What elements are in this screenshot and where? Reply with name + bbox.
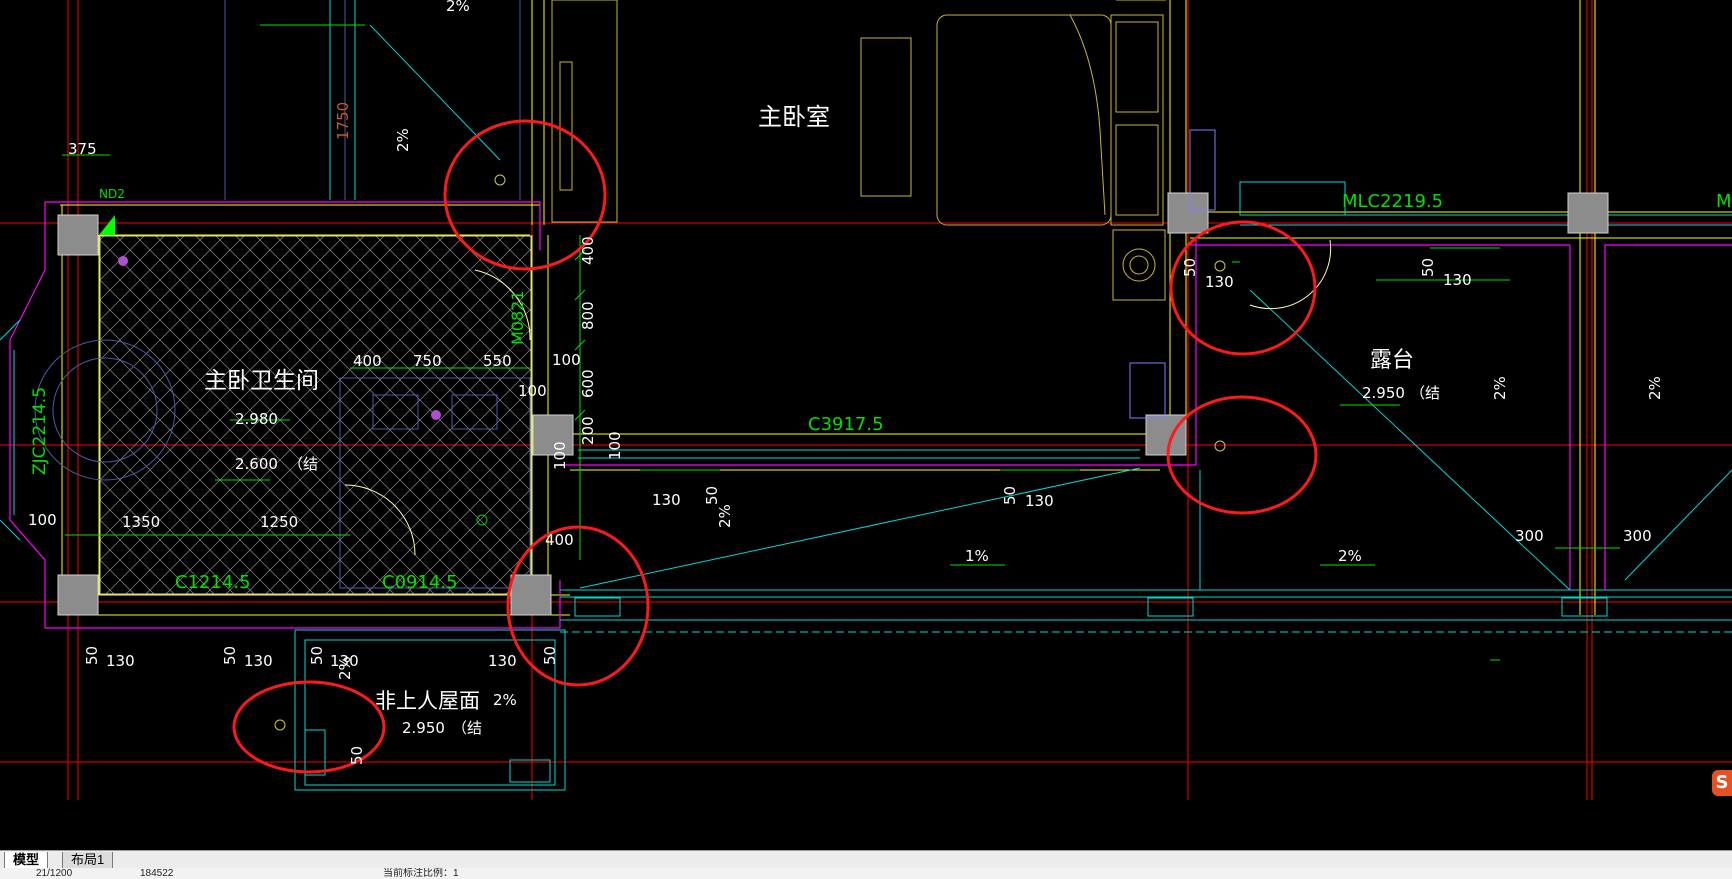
- slope-right1: 2%: [1338, 547, 1362, 565]
- dim-130a: 130: [106, 652, 135, 670]
- dim-1250: 1250: [260, 513, 298, 531]
- elevation-bath-struct-note: （结: [288, 455, 318, 473]
- dim-50c: 50: [308, 646, 326, 665]
- elevation-terrace-note: （结: [1410, 384, 1440, 402]
- dim-200v: 200: [579, 416, 597, 445]
- dim-130f: 130: [1025, 492, 1054, 510]
- dim-50e: 50: [703, 486, 721, 505]
- dim-130d: 130: [488, 652, 517, 670]
- room-label-roof: 非上人屋面: [375, 689, 480, 713]
- dim-50d: 50: [541, 646, 559, 665]
- dim-800v: 800: [579, 301, 597, 330]
- cad-drawing-canvas[interactable]: 主卧室 主卧卫生间 露台 非上人屋面 2.980 2.600 （结 2.950 …: [0, 0, 1732, 850]
- dim-400a: 400: [353, 352, 382, 370]
- dim-300a: 300: [1515, 527, 1544, 545]
- dim-1750: 1750: [334, 102, 352, 140]
- dim-100a: 100: [552, 351, 581, 369]
- status-bar: 21/1200 184522 当前标注比例：1: [0, 868, 1732, 879]
- sogou-logo-icon[interactable]: S: [1712, 770, 1732, 796]
- slope-roof: 2%: [493, 691, 517, 709]
- dim-400v: 400: [579, 236, 597, 265]
- dim-130h: 130: [1443, 271, 1472, 289]
- dim-100c: 100: [28, 511, 57, 529]
- slope-right2: 2%: [1491, 376, 1509, 400]
- dim-50h: 50: [1419, 258, 1437, 277]
- elevation-bath-struct: 2.600: [235, 455, 278, 473]
- status-coord: 184522: [140, 868, 174, 879]
- dim-300b: 300: [1623, 527, 1652, 545]
- opening-window-c3917: C3917.5: [808, 414, 884, 435]
- slope-left: 2%: [394, 128, 412, 152]
- dim-50g: 50: [1181, 258, 1199, 277]
- dim-375: 375: [68, 140, 97, 158]
- status-annotation-scale: 当前标注比例：1: [383, 868, 459, 879]
- elevation-roof-note: （结: [452, 719, 482, 737]
- bathroom-hatch: [99, 235, 532, 595]
- tab-layout1[interactable]: 布局1: [62, 852, 114, 869]
- tab-model[interactable]: 模型: [4, 852, 49, 869]
- slope-right3: 2%: [1646, 376, 1664, 400]
- dim-50i: 50: [348, 746, 366, 765]
- opening-nd2: ND2: [99, 187, 125, 201]
- dim-400b: 400: [545, 531, 574, 549]
- room-label-master-bathroom: 主卧卫生间: [204, 368, 319, 394]
- room-label-master-bedroom: 主卧室: [758, 103, 830, 131]
- layout-tab-bar: 模型 布局1: [0, 850, 1732, 869]
- dim-750: 750: [413, 352, 442, 370]
- bedroom-furniture: [551, 0, 1166, 301]
- dim-50f: 50: [1001, 486, 1019, 505]
- opening-door-m0821: M0821: [508, 290, 527, 345]
- slope-1pct: 1%: [965, 547, 989, 565]
- opening-window-zjc: ZJC2214.5: [30, 387, 50, 475]
- dim-1350: 1350: [122, 513, 160, 531]
- opening-partial-m: M: [1716, 191, 1732, 212]
- slope-top: 2%: [446, 0, 470, 15]
- room-label-terrace: 露台: [1370, 348, 1414, 373]
- dim-130e: 130: [652, 491, 681, 509]
- dim-130b: 130: [244, 652, 273, 670]
- opening-door-mlc2219: MLC2219.5: [1342, 191, 1443, 212]
- dim-130g: 130: [1205, 273, 1234, 291]
- slope-roof2: 2%: [336, 656, 354, 680]
- elevation-roof: 2.950: [402, 719, 445, 737]
- dim-100d: 100: [606, 431, 624, 460]
- dim-50a: 50: [83, 646, 101, 665]
- slope-mid: 2%: [716, 504, 734, 528]
- elevation-terrace: 2.950: [1362, 384, 1405, 402]
- opening-window-c1214: C1214.5: [175, 572, 251, 593]
- dim-50b: 50: [221, 646, 239, 665]
- opening-window-c0914: C0914.5: [382, 572, 458, 593]
- dim-550: 550: [483, 352, 512, 370]
- dim-100b: 100: [518, 382, 547, 400]
- dim-600v: 600: [579, 369, 597, 398]
- dim-100e: 100: [551, 441, 569, 470]
- elevation-bath-floor: 2.980: [235, 410, 278, 428]
- status-scale: 21/1200: [36, 868, 73, 879]
